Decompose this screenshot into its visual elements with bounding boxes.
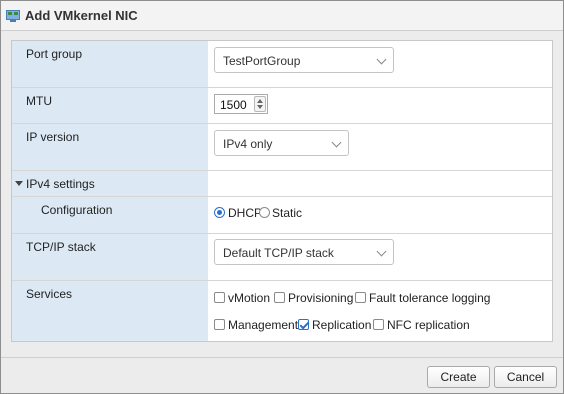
- create-button[interactable]: Create: [427, 366, 490, 388]
- management-checkbox[interactable]: [214, 319, 225, 330]
- dhcp-radio[interactable]: [214, 207, 225, 218]
- caret-down-icon[interactable]: [15, 181, 23, 187]
- ip-version-value: IPv4 only: [223, 137, 273, 151]
- tcpip-stack-value: Default TCP/IP stack: [223, 246, 334, 260]
- stepper-arrows-icon[interactable]: [254, 96, 266, 112]
- mtu-value: 1500: [220, 98, 247, 112]
- port-group-value: TestPortGroup: [223, 54, 301, 68]
- ipv4-settings-header[interactable]: IPv4 settings: [12, 171, 208, 196]
- arrow-down-icon[interactable]: [257, 105, 263, 109]
- tcpip-stack-label: TCP/IP stack: [12, 234, 208, 280]
- tcpip-stack-row: TCP/IP stack Default TCP/IP stack: [12, 234, 552, 281]
- dialog-title: Add VMkernel NIC: [25, 8, 138, 23]
- ip-version-row: IP version IPv4 only: [12, 124, 552, 171]
- nfc-replication-checkbox[interactable]: [373, 319, 384, 330]
- provisioning-checkbox[interactable]: [274, 292, 285, 303]
- mtu-label: MTU: [12, 88, 208, 123]
- ipv4-settings-label: IPv4 settings: [26, 177, 95, 191]
- arrow-up-icon[interactable]: [257, 99, 263, 103]
- nfc-replication-label[interactable]: NFC replication: [387, 318, 470, 332]
- port-group-row: Port group TestPortGroup: [12, 41, 552, 88]
- static-label[interactable]: Static: [272, 206, 302, 220]
- chevron-down-icon: [376, 54, 387, 65]
- replication-label[interactable]: Replication: [312, 318, 371, 332]
- provisioning-label[interactable]: Provisioning: [288, 291, 353, 305]
- ipv4-settings-row[interactable]: IPv4 settings: [12, 171, 552, 197]
- ip-version-label: IP version: [12, 124, 208, 170]
- network-icon: [6, 9, 20, 22]
- vmotion-checkbox[interactable]: [214, 292, 225, 303]
- configuration-row: Configuration DHCP Static: [12, 197, 552, 234]
- chevron-down-icon: [376, 246, 387, 257]
- dialog-footer: Create Cancel: [1, 357, 563, 394]
- services-label: Services: [12, 281, 208, 341]
- cancel-button[interactable]: Cancel: [494, 366, 557, 388]
- tcpip-stack-select[interactable]: Default TCP/IP stack: [214, 239, 394, 265]
- vmotion-label[interactable]: vMotion: [228, 291, 270, 305]
- title-bar: Add VMkernel NIC: [1, 1, 563, 31]
- fault-tolerance-logging-checkbox[interactable]: [355, 292, 366, 303]
- form-body: Port group TestPortGroup MTU 1500 IP ver…: [11, 40, 553, 342]
- dhcp-label[interactable]: DHCP: [228, 206, 262, 220]
- chevron-down-icon: [331, 137, 342, 148]
- port-group-select[interactable]: TestPortGroup: [214, 47, 394, 73]
- mtu-row: MTU 1500: [12, 88, 552, 124]
- fault-tolerance-logging-label[interactable]: Fault tolerance logging: [369, 291, 490, 305]
- port-group-label: Port group: [12, 41, 208, 87]
- services-row: Services vMotion Provisioning Fault tole…: [12, 281, 552, 341]
- replication-checkbox[interactable]: [298, 319, 309, 330]
- management-label[interactable]: Management: [228, 318, 298, 332]
- add-vmkernel-nic-dialog: Add VMkernel NIC Port group TestPortGrou…: [0, 0, 564, 394]
- static-radio[interactable]: [259, 207, 270, 218]
- configuration-label: Configuration: [12, 197, 208, 233]
- ip-version-select[interactable]: IPv4 only: [214, 130, 349, 156]
- mtu-stepper[interactable]: 1500: [214, 94, 268, 114]
